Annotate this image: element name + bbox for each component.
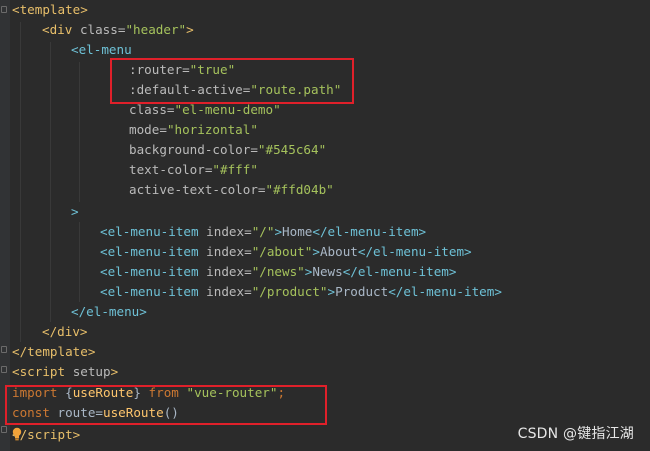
highlight-box [110, 58, 354, 104]
attribute-name: setup [72, 364, 111, 379]
code-line[interactable]: mode="horizontal" [129, 120, 258, 140]
fold-marker[interactable] [1, 426, 7, 433]
close-tag: </template> [12, 344, 96, 359]
code-editor[interactable]: <template> <div class="header"> <el-menu… [0, 0, 650, 451]
element-text: News [312, 264, 343, 279]
close-tag: </el-menu-item> [388, 284, 502, 299]
attribute-value: "el-menu-demo" [174, 102, 281, 117]
tag-name: script [19, 364, 66, 379]
tag-bracket: > [327, 284, 336, 299]
element-text: Product [335, 284, 389, 299]
equals-sign: = [244, 224, 252, 239]
gutter [0, 0, 10, 451]
code-line[interactable]: </template> [12, 342, 95, 362]
tag-bracket: < [42, 22, 50, 37]
highlight-box [5, 385, 327, 425]
code-line[interactable]: text-color="#fff" [129, 160, 258, 180]
fold-marker[interactable] [1, 366, 7, 373]
open-tag: <el-menu-item [100, 264, 199, 279]
open-tag: <el-menu-item [100, 244, 199, 259]
tag-bracket: < [12, 2, 20, 17]
tag-bracket: > [72, 427, 81, 442]
attribute-value: "/about" [251, 244, 313, 259]
fold-marker[interactable] [1, 346, 7, 353]
attribute-value: "#fff" [212, 162, 258, 177]
attribute-name: class [79, 22, 118, 37]
code-line[interactable]: </script> [12, 425, 80, 445]
equals-sign: = [159, 122, 167, 137]
attribute-name: class [129, 102, 167, 117]
close-tag: </div> [42, 324, 88, 339]
code-line[interactable]: <el-menu-item index="/product">Product</… [100, 282, 502, 302]
attribute-value: "horizontal" [166, 122, 258, 137]
tag-name: template [19, 2, 81, 17]
tag-bracket: > [80, 2, 88, 17]
attribute-name: index [206, 284, 245, 299]
close-tag: </el-menu-item> [312, 224, 427, 239]
equals-sign: = [166, 102, 175, 117]
code-line[interactable]: background-color="#545c64" [129, 140, 326, 160]
watermark: CSDN @键指江湖 [517, 426, 634, 442]
attribute-name: background-color [129, 142, 251, 157]
tag-bracket: > [110, 364, 119, 379]
attribute-value: "#545c64" [257, 142, 327, 157]
lightbulb-icon-shape [12, 427, 22, 441]
attribute-value: "/" [251, 224, 275, 239]
indent-guide [50, 42, 51, 322]
equals-sign: = [257, 182, 266, 197]
close-tag: </el-menu> [71, 304, 147, 319]
tag-bracket: > [186, 22, 194, 37]
attribute-value: "#ffd04b" [265, 182, 334, 197]
equals-sign: = [244, 264, 252, 279]
code-line[interactable]: <el-menu [71, 40, 132, 60]
code-line[interactable]: active-text-color="#ffd04b" [129, 180, 334, 200]
equals-sign: = [244, 244, 252, 259]
attribute-value: "header" [125, 22, 187, 37]
indent-guide [79, 222, 80, 302]
tag-bracket: < [71, 42, 79, 57]
code-line[interactable]: <el-menu-item index="/about">About</el-m… [100, 242, 472, 262]
open-tag: <el-menu-item [100, 284, 199, 299]
tag-bracket: > [274, 224, 283, 239]
equals-sign: = [244, 284, 252, 299]
equals-sign: = [250, 142, 258, 157]
tag-name: /script [19, 427, 73, 442]
open-tag: <el-menu-item [100, 224, 199, 239]
tag-name: el-menu [78, 42, 132, 57]
code-line[interactable]: </el-menu> [71, 302, 147, 322]
attribute-name: active-text-color [129, 182, 258, 197]
tag-bracket: > [71, 204, 79, 219]
tag-name: div [49, 22, 73, 37]
close-tag: </el-menu-item> [357, 244, 472, 259]
element-text: Home [282, 224, 313, 239]
code-line[interactable]: <div class="header"> [42, 20, 194, 40]
indent-guide [79, 62, 80, 202]
code-line[interactable]: <template> [12, 0, 88, 20]
close-tag: </el-menu-item> [342, 264, 457, 279]
attribute-name: index [206, 244, 245, 259]
indent-guide [20, 22, 21, 342]
code-line[interactable]: > [71, 202, 79, 222]
attribute-name: index [206, 224, 245, 239]
code-line[interactable]: <el-menu-item index="/news">News</el-men… [100, 262, 456, 282]
fold-marker[interactable] [1, 6, 7, 13]
code-line[interactable]: </div> [42, 322, 88, 342]
tag-bracket: < [12, 364, 20, 379]
code-line[interactable]: <script setup> [12, 362, 118, 382]
attribute-value: "/product" [251, 284, 328, 299]
attribute-value: "/news" [251, 264, 305, 279]
attribute-name: text-color [129, 162, 205, 177]
element-text: About [319, 244, 358, 259]
code-line[interactable]: <el-menu-item index="/">Home</el-menu-it… [100, 222, 426, 242]
lightbulb-icon[interactable] [12, 427, 22, 441]
attribute-name: mode [129, 122, 160, 137]
tag-bracket: > [312, 244, 320, 259]
attribute-name: index [206, 264, 245, 279]
